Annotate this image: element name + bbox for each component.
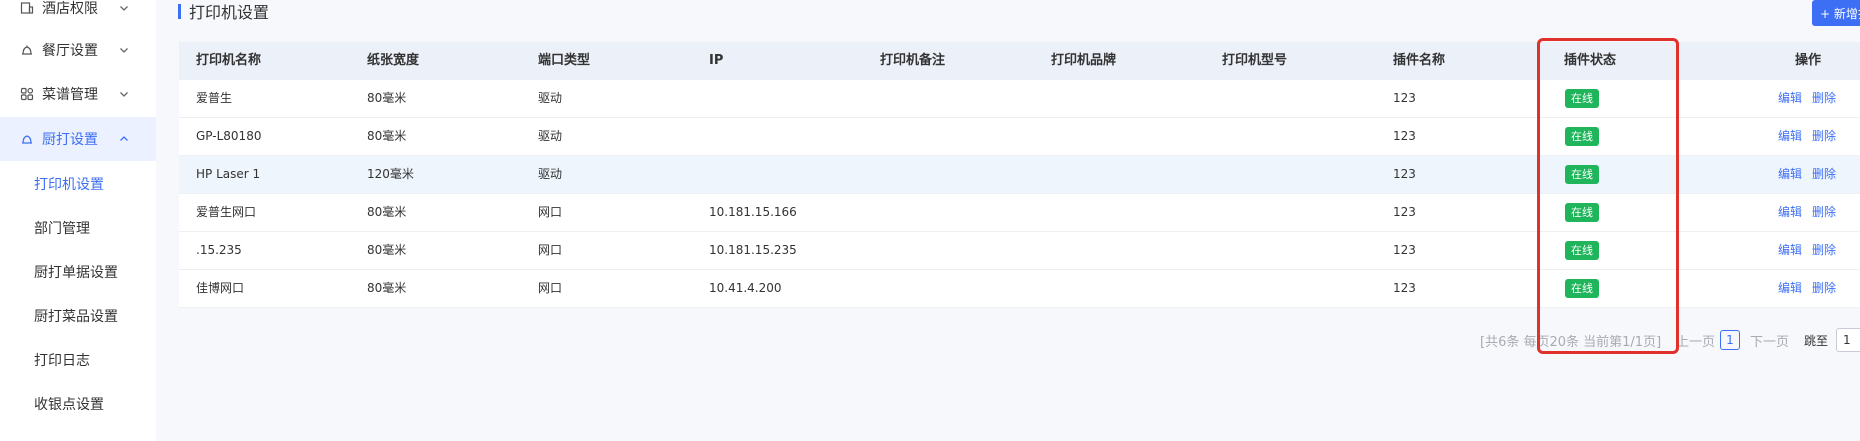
delete-link[interactable]: 删除 bbox=[1812, 270, 1836, 307]
cell-name: GP-L80180 bbox=[196, 129, 262, 143]
cell-width: 80毫米 bbox=[367, 281, 407, 295]
delete-link[interactable]: 删除 bbox=[1812, 118, 1836, 155]
sidebar-item-label: 酒店权限 bbox=[42, 1, 98, 17]
sidebar-item-label: 厨打设置 bbox=[42, 132, 98, 148]
cell-name: 佳博网口 bbox=[196, 281, 245, 295]
printer-icon bbox=[20, 132, 34, 146]
cell-port: 网口 bbox=[538, 243, 563, 257]
column-header: 端口类型 bbox=[538, 53, 591, 68]
sidebar-item-hotel-permission[interactable]: 酒店权限 bbox=[0, 0, 156, 30]
edit-link[interactable]: 编辑 bbox=[1778, 118, 1802, 155]
cell-width: 120毫米 bbox=[367, 167, 414, 181]
title-accent-bar bbox=[178, 3, 181, 19]
jump-to-label: 跳至 bbox=[1804, 334, 1829, 348]
add-printer-button[interactable]: + 新增打 bbox=[1812, 0, 1860, 26]
chevron-up-icon bbox=[118, 133, 130, 145]
edit-link[interactable]: 编辑 bbox=[1778, 232, 1802, 269]
column-header: 打印机型号 bbox=[1222, 53, 1288, 68]
hotel-icon bbox=[20, 1, 34, 15]
cell-name: 爱普生网口 bbox=[196, 205, 257, 219]
cell-name: 爱普生 bbox=[196, 91, 233, 105]
sidebar: 酒店权限 餐厅设置 菜谱管理 厨打设置 打印机设置 部门管理 厨打单据设置 厨打… bbox=[0, 0, 156, 441]
sidebar-subitem-label: 打印日志 bbox=[34, 353, 90, 369]
prev-page-button[interactable]: 上一页 bbox=[1676, 331, 1715, 350]
cell-name: HP Laser 1 bbox=[196, 167, 261, 181]
sidebar-subitem-print-log[interactable]: 打印日志 bbox=[0, 338, 156, 382]
sidebar-subitem-label: 厨打菜品设置 bbox=[34, 309, 118, 325]
column-header: IP bbox=[709, 53, 724, 68]
sidebar-subitem-department-management[interactable]: 部门管理 bbox=[0, 206, 156, 250]
sidebar-subitem-cashier-settings[interactable]: 收银点设置 bbox=[0, 382, 156, 426]
cell-width: 80毫米 bbox=[367, 91, 407, 105]
page-number-button[interactable]: 1 bbox=[1720, 330, 1740, 350]
chevron-down-icon bbox=[118, 88, 130, 100]
chevron-down-icon bbox=[118, 44, 130, 56]
sidebar-item-menu-management[interactable]: 菜谱管理 bbox=[0, 72, 156, 116]
sidebar-item-label: 餐厅设置 bbox=[42, 43, 98, 59]
chevron-down-icon bbox=[118, 2, 130, 14]
highlight-annotation-box bbox=[1537, 38, 1679, 354]
restaurant-icon bbox=[20, 43, 34, 57]
cell-ip: 10.181.15.235 bbox=[709, 243, 797, 257]
column-header: 纸张宽度 bbox=[367, 53, 420, 68]
sidebar-subitem-label: 打印机设置 bbox=[34, 177, 104, 193]
sidebar-subitem-label: 部门管理 bbox=[34, 221, 90, 237]
page-header: 打印机设置 bbox=[178, 0, 269, 22]
cell-plugin: 123 bbox=[1393, 243, 1416, 257]
edit-link[interactable]: 编辑 bbox=[1778, 156, 1802, 193]
delete-link[interactable]: 删除 bbox=[1812, 80, 1836, 117]
column-header: 打印机品牌 bbox=[1051, 53, 1117, 68]
cell-plugin: 123 bbox=[1393, 167, 1416, 181]
cell-width: 80毫米 bbox=[367, 243, 407, 257]
grid-icon bbox=[20, 87, 34, 101]
cell-plugin: 123 bbox=[1393, 91, 1416, 105]
jump-page-input[interactable]: 1 bbox=[1836, 328, 1860, 352]
sidebar-subitem-label: 厨打单据设置 bbox=[34, 265, 118, 281]
delete-link[interactable]: 删除 bbox=[1812, 232, 1836, 269]
sidebar-item-kitchen-print-settings[interactable]: 厨打设置 bbox=[0, 117, 156, 161]
sidebar-subitem-receipt-settings[interactable]: 厨打单据设置 bbox=[0, 250, 156, 294]
cell-port: 驱动 bbox=[538, 91, 563, 105]
cell-port: 网口 bbox=[538, 205, 563, 219]
cell-plugin: 123 bbox=[1393, 281, 1416, 295]
sidebar-item-label: 菜谱管理 bbox=[42, 87, 98, 103]
column-header: 插件名称 bbox=[1393, 53, 1446, 68]
column-header: 打印机备注 bbox=[880, 53, 946, 68]
sidebar-subitem-label: 收银点设置 bbox=[34, 397, 104, 413]
cell-width: 80毫米 bbox=[367, 129, 407, 143]
delete-link[interactable]: 删除 bbox=[1812, 156, 1836, 193]
cell-port: 网口 bbox=[538, 281, 563, 295]
cell-plugin: 123 bbox=[1393, 129, 1416, 143]
cell-plugin: 123 bbox=[1393, 205, 1416, 219]
cell-width: 80毫米 bbox=[367, 205, 407, 219]
column-header: 打印机名称 bbox=[196, 53, 262, 68]
cell-ip: 10.41.4.200 bbox=[709, 281, 782, 295]
edit-link[interactable]: 编辑 bbox=[1778, 194, 1802, 231]
cell-name: .15.235 bbox=[196, 243, 242, 257]
cell-port: 驱动 bbox=[538, 167, 563, 181]
next-page-button[interactable]: 下一页 bbox=[1750, 331, 1789, 350]
cell-port: 驱动 bbox=[538, 129, 563, 143]
page-title: 打印机设置 bbox=[189, 3, 270, 22]
column-header: 操作 bbox=[1795, 53, 1822, 68]
cell-ip: 10.181.15.166 bbox=[709, 205, 797, 219]
edit-link[interactable]: 编辑 bbox=[1778, 80, 1802, 117]
delete-link[interactable]: 删除 bbox=[1812, 194, 1836, 231]
sidebar-subitem-printer-settings[interactable]: 打印机设置 bbox=[0, 162, 156, 206]
edit-link[interactable]: 编辑 bbox=[1778, 270, 1802, 307]
sidebar-item-restaurant-settings[interactable]: 餐厅设置 bbox=[0, 28, 156, 72]
sidebar-subitem-dish-settings[interactable]: 厨打菜品设置 bbox=[0, 294, 156, 338]
